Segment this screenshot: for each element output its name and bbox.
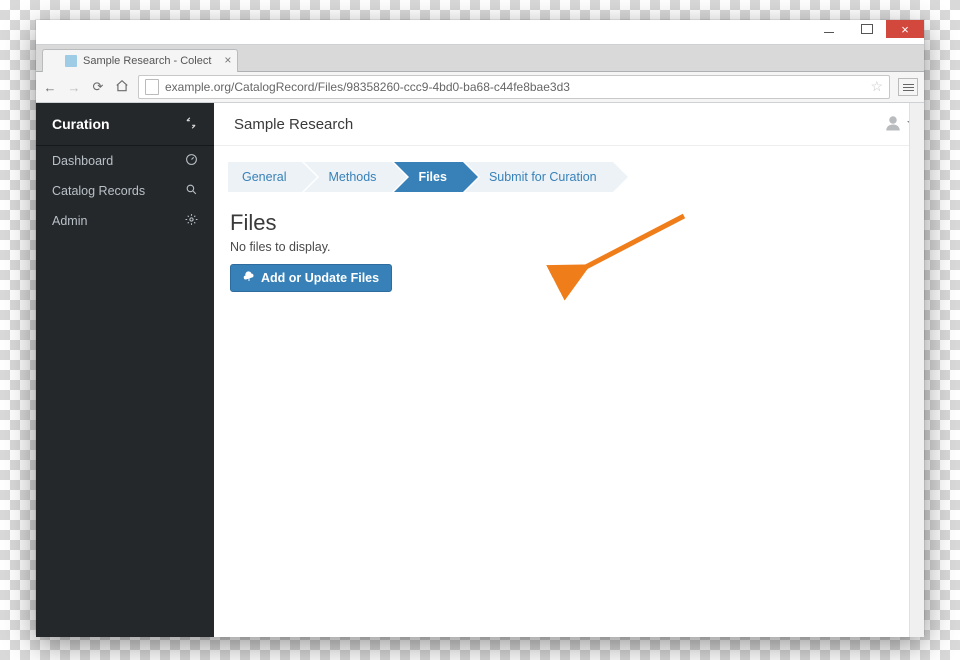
wizard-step-general[interactable]: General (228, 162, 302, 192)
nav-back-icon[interactable]: ← (42, 80, 58, 95)
gauge-icon (185, 153, 198, 169)
bookmark-star-icon[interactable]: ☆ (870, 78, 883, 95)
address-bar[interactable]: example.org/CatalogRecord/Files/98358260… (138, 75, 890, 99)
wizard-steps: General Methods Files Submit for Curatio… (228, 162, 924, 192)
wizard-step-label: Methods (328, 170, 376, 184)
vertical-scrollbar[interactable] (909, 103, 924, 637)
sidebar-nav: Curation Dashboard Catalog Records Admin (36, 103, 214, 637)
window-minimize-button[interactable] (810, 20, 848, 38)
browser-tabstrip: Sample Research - Colect × (36, 45, 924, 72)
add-files-button-label: Add or Update Files (261, 271, 379, 285)
sidebar-item-dashboard[interactable]: Dashboard (36, 146, 214, 176)
favicon-icon (65, 55, 77, 67)
files-empty-text: No files to display. (230, 240, 908, 254)
user-avatar-icon (884, 114, 902, 132)
window-caption-bar: × (36, 20, 924, 45)
wizard-step-submit[interactable]: Submit for Curation (465, 162, 613, 192)
window-close-button[interactable]: × (886, 20, 924, 38)
nav-reload-icon[interactable]: ⟳ (90, 79, 106, 95)
main-content: Sample Research General Methods Files Su… (214, 103, 924, 637)
nav-forward-icon[interactable]: → (66, 80, 82, 95)
page-icon (145, 79, 159, 95)
browser-window: × Sample Research - Colect × ← → ⟳ examp… (36, 20, 924, 634)
user-menu[interactable] (884, 114, 904, 134)
browser-toolbar: ← → ⟳ example.org/CatalogRecord/Files/98… (36, 72, 924, 103)
sidebar-item-catalog-records[interactable]: Catalog Records (36, 176, 214, 206)
gear-icon (185, 213, 198, 229)
browser-tab[interactable]: Sample Research - Colect × (42, 49, 238, 72)
page-viewport: Curation Dashboard Catalog Records Admin (36, 103, 924, 637)
wizard-step-label: Files (418, 170, 447, 184)
page-header: Sample Research (214, 103, 924, 146)
window-maximize-button[interactable] (848, 20, 886, 38)
tab-close-icon[interactable]: × (224, 53, 231, 67)
sidebar-item-admin[interactable]: Admin (36, 206, 214, 236)
nav-home-icon[interactable] (114, 79, 130, 96)
sidebar-toggle-icon[interactable] (184, 116, 198, 133)
sidebar-item-label: Admin (52, 214, 87, 228)
files-heading: Files (230, 210, 908, 236)
wizard-step-label: Submit for Curation (489, 170, 597, 184)
sidebar-title: Curation (52, 116, 110, 132)
page-title: Sample Research (234, 116, 353, 133)
sidebar-item-label: Catalog Records (52, 184, 145, 198)
sidebar-header: Curation (36, 103, 214, 146)
browser-tab-title: Sample Research - Colect (83, 55, 211, 67)
sidebar-item-label: Dashboard (52, 154, 113, 168)
search-icon (185, 183, 198, 199)
wizard-step-label: General (242, 170, 286, 184)
files-section: Files No files to display. Add or Update… (214, 192, 924, 302)
browser-menu-icon[interactable] (898, 78, 918, 96)
add-or-update-files-button[interactable]: Add or Update Files (230, 264, 392, 292)
cloud-upload-icon (243, 271, 255, 286)
url-text: example.org/CatalogRecord/Files/98358260… (165, 80, 570, 94)
